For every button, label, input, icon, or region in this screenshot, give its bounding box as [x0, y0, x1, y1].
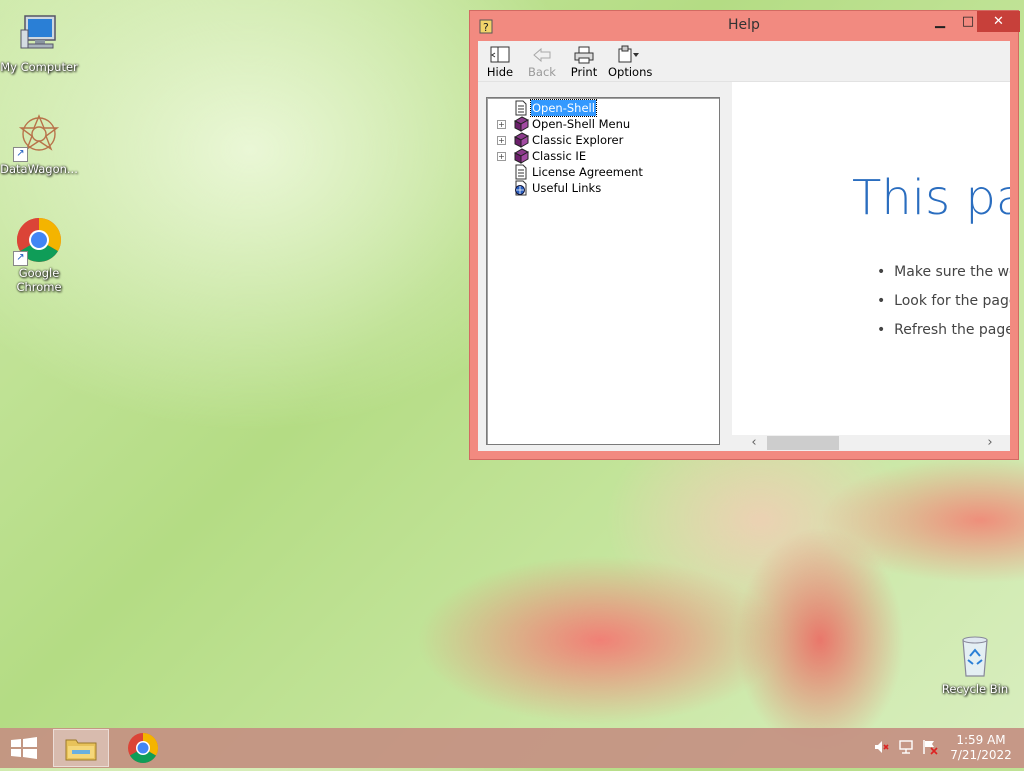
print-button[interactable]: Print: [564, 45, 604, 79]
minimize-button[interactable]: ▁: [926, 11, 954, 32]
desktop-icon-label: Recycle Bin: [941, 682, 1009, 696]
window-client-area: Hide Back Print Options Open-Shell + Ope…: [478, 41, 1010, 451]
desktop-icon-label: Google Chrome: [16, 266, 62, 294]
taskbar-file-explorer-button[interactable]: [53, 729, 109, 767]
recycle-bin-icon: [951, 632, 999, 680]
hide-button[interactable]: Hide: [480, 45, 520, 79]
tree-item-label: Classic IE: [532, 149, 587, 163]
tree-item-label: Classic Explorer: [532, 133, 624, 147]
start-button[interactable]: [10, 737, 38, 759]
back-button[interactable]: Back: [522, 45, 562, 79]
hide-icon: [480, 45, 520, 65]
expand-plus-icon[interactable]: +: [497, 152, 506, 161]
web-page-icon: [513, 180, 529, 196]
tree-item-label: License Agreement: [532, 165, 643, 179]
tree-item-open-shell-menu[interactable]: + Open-Shell Menu: [487, 116, 717, 132]
options-label: Options: [608, 65, 653, 79]
book-icon: [513, 116, 530, 132]
error-heading: This pag: [852, 170, 1010, 226]
desktop-icon-my-computer[interactable]: My Computer: [0, 10, 78, 74]
close-button[interactable]: ✕: [977, 11, 1020, 32]
hide-label: Hide: [486, 65, 514, 79]
page-icon: [513, 164, 529, 180]
book-icon: [513, 132, 530, 148]
printer-icon: [564, 45, 604, 65]
scroll-right-arrow-icon[interactable]: ›: [982, 435, 998, 451]
expand-plus-icon[interactable]: +: [497, 120, 506, 129]
tree-item-useful-links[interactable]: Useful Links: [487, 180, 717, 196]
desktop-icon-label: My Computer: [0, 60, 78, 74]
desktop-icon-google-chrome[interactable]: ↗ Google Chrome: [0, 216, 78, 294]
title-bar[interactable]: ? Help ▁ □ ✕: [470, 11, 1020, 41]
suggestion-item: • Make sure the wel: [877, 264, 1010, 280]
shortcut-arrow-icon: ↗: [13, 147, 28, 162]
contents-tree[interactable]: Open-Shell + Open-Shell Menu + Classic E…: [486, 97, 720, 445]
volume-muted-icon[interactable]: [874, 739, 890, 755]
action-center-flag-icon[interactable]: [922, 739, 938, 755]
suggestion-text: Make sure the wel: [894, 264, 1010, 280]
options-button[interactable]: Options: [608, 45, 653, 79]
clock-time: 1:59 AM: [956, 733, 1006, 747]
page-icon: [513, 100, 529, 116]
desktop-icon-label: DataWagon...: [0, 162, 78, 176]
help-toolbar: Hide Back Print Options: [478, 41, 1010, 82]
chrome-icon: ↗: [13, 216, 63, 266]
suggestion-text: Look for the page: [894, 293, 1010, 309]
clock-date: 7/21/2022: [950, 748, 1012, 762]
folder-icon: [65, 739, 97, 761]
back-label: Back: [528, 65, 556, 79]
back-arrow-icon: [522, 45, 562, 65]
options-icon: [608, 45, 648, 65]
tree-item-classic-ie[interactable]: + Classic IE: [487, 148, 717, 164]
contents-pane: Open-Shell + Open-Shell Menu + Classic E…: [478, 82, 728, 451]
help-window[interactable]: ? Help ▁ □ ✕ Hide Back Print Options Ope…: [469, 10, 1020, 460]
scrollbar-thumb[interactable]: [767, 436, 839, 450]
windows-logo-icon: [11, 737, 37, 759]
chrome-icon: [128, 733, 159, 764]
suggestion-item: • Look for the page: [877, 293, 1010, 309]
scroll-left-arrow-icon[interactable]: ‹: [746, 435, 762, 451]
tree-item-label: Open-Shell: [530, 99, 597, 117]
expand-plus-icon[interactable]: +: [497, 136, 506, 145]
desktop-icon-datawagon[interactable]: ↗ DataWagon...: [0, 112, 78, 176]
tree-item-open-shell[interactable]: Open-Shell: [487, 99, 717, 117]
network-icon[interactable]: [898, 739, 914, 755]
tree-item-label: Useful Links: [532, 181, 602, 195]
tree-item-label: Open-Shell Menu: [532, 117, 631, 131]
computer-icon: [15, 10, 63, 58]
shortcut-arrow-icon: ↗: [13, 251, 28, 266]
horizontal-scrollbar[interactable]: ‹ ›: [732, 435, 1010, 451]
tree-item-classic-explorer[interactable]: + Classic Explorer: [487, 132, 717, 148]
suggestion-item: • Refresh the page i: [877, 322, 1010, 338]
taskbar-chrome-button[interactable]: [115, 729, 171, 767]
system-clock[interactable]: 1:59 AM 7/21/2022: [948, 733, 1014, 763]
book-icon: [513, 148, 530, 164]
datawagon-logo-icon: ↗: [13, 112, 63, 162]
tree-item-license-agreement[interactable]: License Agreement: [487, 164, 717, 180]
desktop-icon-recycle-bin[interactable]: Recycle Bin: [936, 632, 1014, 696]
taskbar: 1:59 AM 7/21/2022: [0, 728, 1024, 768]
print-label: Print: [570, 65, 598, 79]
topic-pane: This pag • Make sure the wel • Look for …: [732, 82, 1010, 451]
suggestion-text: Refresh the page i: [894, 322, 1010, 338]
